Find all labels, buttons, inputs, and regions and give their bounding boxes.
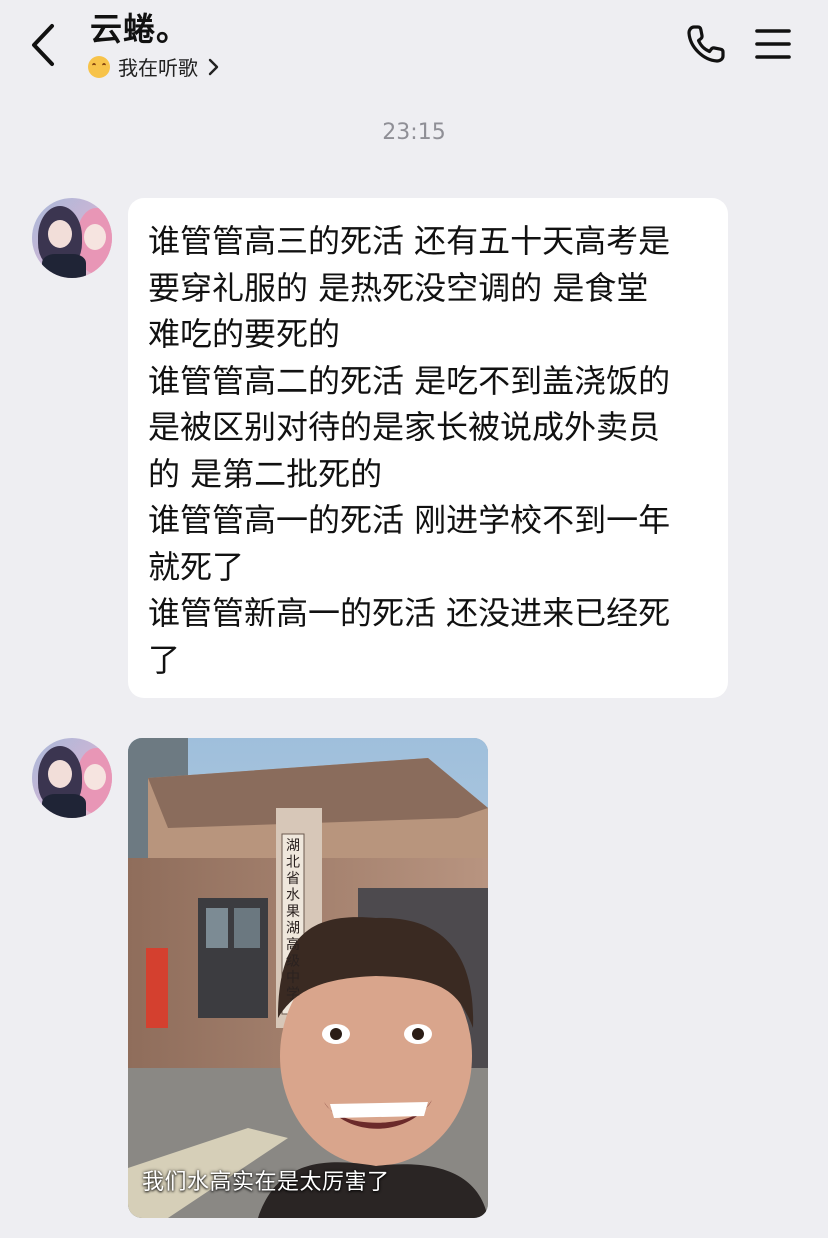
contact-name[interactable]: 云蜷。 [90,4,189,50]
message-line: 难吃的要死的 [148,315,341,353]
school-sign-char: 中 [286,970,300,986]
school-sign-char: 水 [286,888,300,904]
phone-icon[interactable] [684,22,728,66]
school-sign-char: 省 [286,871,300,887]
message-timestamp: 23:15 [382,120,446,145]
school-sign-char: 果 [286,904,300,920]
message-line: 是被区别对待的是家长被说成外卖员 [148,408,661,446]
avatar[interactable] [32,738,112,818]
message-line: 的 是第二批死的 [148,454,383,493]
school-sign-char: 湖 [286,921,300,937]
school-sign-char: 学 [286,987,300,1003]
school-sign-char: 高 [286,936,300,953]
status-row[interactable]: 我在听歌 [88,52,220,81]
message-line: 谁管管新高一的死活 还没进来已经死 [148,594,671,632]
school-sign-char: 湖 [286,838,300,854]
text-message-bubble[interactable]: 谁管管高三的死活 还有五十天高考是 要穿礼服的 是热死没空调的 是食堂 难吃的要… [128,198,728,698]
school-sign-char: 北 [286,855,300,871]
message-line: 就死了 [148,547,245,586]
status-text: 我在听歌 [118,56,198,80]
image-message[interactable]: 湖北省水果湖高级中学 我们水高实在是太厉害了 [128,738,488,1218]
message-line: 要穿礼服的 是热死没空调的 是食堂 [148,268,649,307]
avatar[interactable] [32,198,112,278]
school-gate-photo: 湖北省水果湖高级中学 [128,738,488,1218]
message-line: 谁管管高一的死活 刚进学校不到一年 [148,501,671,539]
menu-icon[interactable] [754,26,792,62]
back-chevron-icon[interactable] [24,22,64,68]
school-sign-char: 级 [286,954,300,970]
message-line: 谁管管高二的死活 是吃不到盖浇饭的 [148,361,671,400]
message-line: 了 [148,640,181,679]
chat-header: 云蜷。 我在听歌 [0,0,828,96]
message-line: 谁管管高三的死活 还有五十天高考是 [148,222,671,260]
image-caption: 我们水高实在是太厉害了 [142,1170,390,1195]
smiling-face-icon [88,55,110,78]
chevron-right-icon [208,58,219,75]
